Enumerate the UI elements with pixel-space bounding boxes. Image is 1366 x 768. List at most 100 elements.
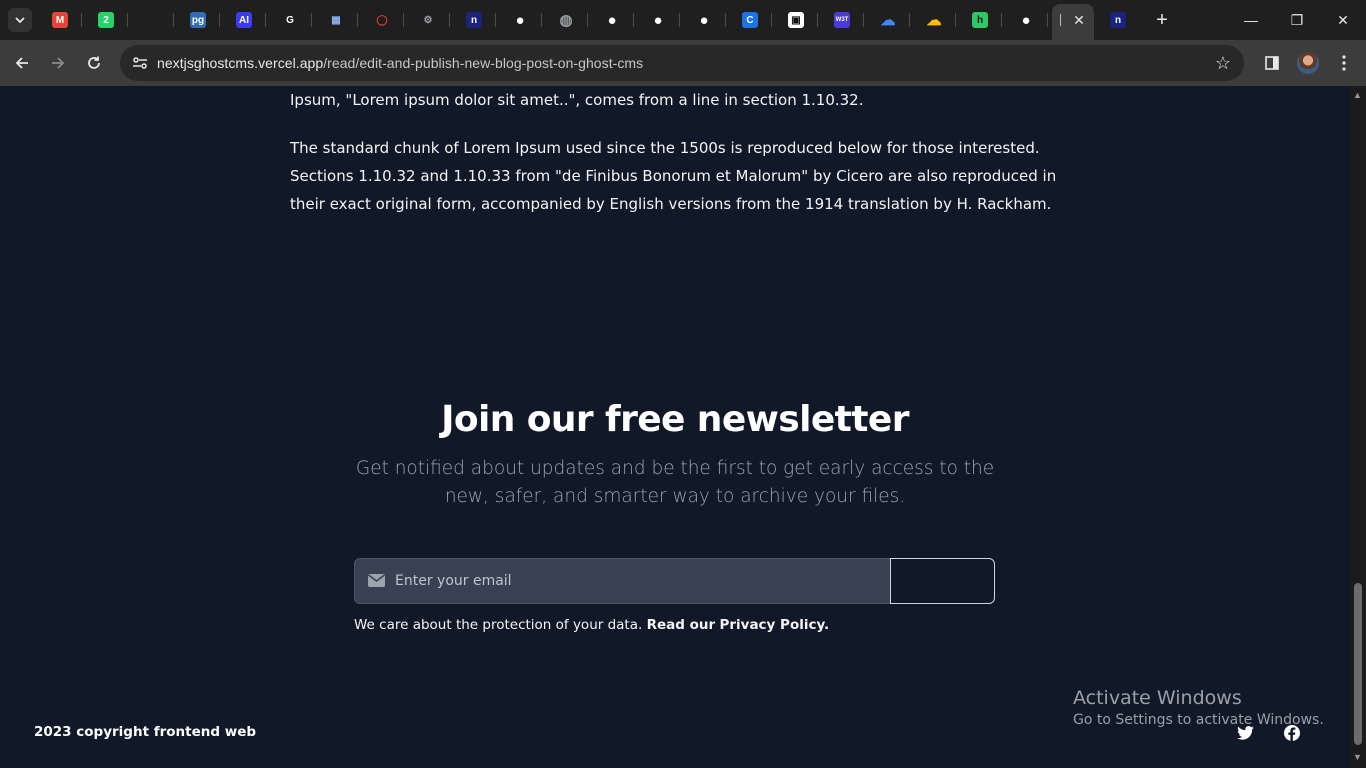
tab-separator	[81, 13, 82, 27]
privacy-link-prefix: Read our	[646, 617, 716, 633]
google-icon: G	[286, 14, 294, 26]
browser-tab[interactable]: ●	[590, 6, 634, 34]
oracle-icon: ◯	[376, 14, 388, 26]
windows-activation-watermark: Activate Windows Go to Settings to activ…	[1073, 687, 1324, 728]
tab-n[interactable]: n	[1096, 6, 1140, 34]
tab-separator	[219, 13, 220, 27]
site-info-icon[interactable]	[128, 51, 152, 75]
tab-strip: M 2 ✱ pg AI G ▦ ◯ ⚙ n ● ◍ ● ● ● C ▣ W3T ☁ ☁ h ● ✕ n + — ❐ ✕	[0, 0, 1366, 40]
browser-tab[interactable]: AI	[222, 6, 266, 34]
browser-tab[interactable]: pg	[176, 6, 220, 34]
browser-tab[interactable]: G	[268, 6, 312, 34]
twitter-icon	[1236, 726, 1254, 740]
scrollbar-thumb[interactable]	[1354, 583, 1362, 745]
newsletter-title: Join our free newsletter	[441, 399, 909, 440]
tab-separator	[311, 13, 312, 27]
tab-separator	[495, 13, 496, 27]
tab-separator	[909, 13, 910, 27]
bookmark-star-icon[interactable]: ☆	[1212, 52, 1234, 74]
tab-separator	[541, 13, 542, 27]
restore-button[interactable]: ❐	[1274, 0, 1320, 40]
email-input[interactable]	[395, 559, 875, 603]
email-field[interactable]	[354, 558, 891, 604]
github-icon: ●	[653, 11, 663, 29]
tab-separator	[357, 13, 358, 27]
github-icon: ●	[607, 11, 617, 29]
new-tab-button[interactable]: +	[1150, 8, 1174, 32]
article-paragraph: The standard chunk of Lorem Ipsum used s…	[290, 139, 1057, 213]
browser-tab[interactable]: n	[452, 6, 496, 34]
browser-tab[interactable]: ✱	[130, 6, 174, 34]
scroll-up-icon[interactable]: ▲	[1353, 90, 1362, 100]
pg-icon: pg	[190, 12, 206, 28]
browser-tab[interactable]: ◍	[544, 6, 588, 34]
browser-tab[interactable]: 2	[84, 6, 128, 34]
browser-tab[interactable]: W3T	[820, 6, 864, 34]
footer-copyright: 2023 copyright frontend web	[34, 724, 257, 740]
browser-tab[interactable]: h	[958, 6, 1002, 34]
globe-icon: ◍	[559, 12, 573, 29]
tab-separator	[1047, 13, 1048, 27]
tab-separator	[173, 13, 174, 27]
github-icon: ●	[1021, 11, 1031, 29]
video-icon: ▣	[788, 12, 804, 28]
browser-tab[interactable]: ▦	[314, 6, 358, 34]
active-tab[interactable]: ✕	[1052, 4, 1094, 40]
n-icon: n	[466, 12, 482, 28]
reload-icon	[88, 56, 100, 69]
tab-search-button[interactable]	[8, 8, 32, 32]
github-icon: ●	[515, 11, 525, 29]
browser-tab[interactable]: ●	[1004, 6, 1048, 34]
privacy-text: We care about the protection of your dat…	[354, 617, 643, 633]
facebook-icon	[1284, 725, 1300, 741]
browser-tab[interactable]: C	[728, 6, 772, 34]
newsletter-form: Subscribe	[354, 558, 995, 604]
privacy-policy-link[interactable]: Privacy Policy.	[719, 617, 829, 633]
browser-tab[interactable]: ☁	[912, 6, 956, 34]
profile-avatar[interactable]	[1297, 52, 1319, 74]
ai-icon: AI	[236, 12, 252, 28]
browser-tab[interactable]: ⚙	[406, 6, 450, 34]
side-panel-button[interactable]	[1258, 49, 1286, 77]
browser-tab[interactable]: ◯	[360, 6, 404, 34]
pinwheel-icon: ✱	[147, 14, 157, 26]
page-content: Ipsum, "Lorem ipsum dolor sit amet..", c…	[0, 86, 1350, 768]
tab-separator	[633, 13, 634, 27]
privacy-note: We care about the protection of your dat…	[354, 617, 829, 633]
url-host: nextjsghostcms.vercel.app	[157, 55, 324, 71]
browser-tab[interactable]: ●	[498, 6, 542, 34]
browser-tab[interactable]: ●	[636, 6, 680, 34]
more-vertical-icon	[1342, 55, 1346, 71]
page-scrollbar[interactable]: ▲ ▼	[1350, 86, 1366, 768]
browser-tab[interactable]: M	[38, 6, 82, 34]
tab-separator	[771, 13, 772, 27]
w3-icon: W3T	[834, 12, 850, 28]
c-icon: C	[742, 12, 758, 28]
browser-menu-button[interactable]	[1330, 49, 1358, 77]
scroll-down-icon[interactable]: ▼	[1353, 752, 1362, 762]
subscribe-button[interactable]: Subscribe	[890, 558, 995, 604]
watermark-line-1: Activate Windows	[1073, 687, 1242, 709]
github-icon: ●	[699, 11, 709, 29]
sheets-icon: ▦	[331, 14, 341, 26]
gmail-icon: M	[52, 12, 68, 28]
url-text: nextjsghostcms.vercel.app/read/edit-and-…	[157, 55, 643, 71]
twitter-link[interactable]	[1236, 724, 1254, 742]
reload-button[interactable]	[80, 49, 108, 77]
close-tab-icon[interactable]: ✕	[1070, 11, 1088, 29]
chevron-down-icon	[15, 16, 25, 23]
facebook-link[interactable]	[1283, 724, 1301, 742]
tab-separator	[127, 13, 128, 27]
close-window-button[interactable]: ✕	[1320, 0, 1366, 40]
minimize-button[interactable]: —	[1228, 0, 1274, 40]
settings-icon: ⚙	[423, 14, 433, 26]
newsletter-subtitle: Get notified about updates and be the fi…	[355, 458, 995, 507]
back-button[interactable]	[8, 49, 36, 77]
address-bar[interactable]: nextjsghostcms.vercel.app/read/edit-and-…	[120, 45, 1244, 81]
tab-separator	[679, 13, 680, 27]
n-icon: n	[1110, 12, 1126, 28]
browser-tab[interactable]: ▣	[774, 6, 818, 34]
forward-button[interactable]	[44, 49, 72, 77]
browser-tab[interactable]: ●	[682, 6, 726, 34]
browser-tab[interactable]: ☁	[866, 6, 910, 34]
